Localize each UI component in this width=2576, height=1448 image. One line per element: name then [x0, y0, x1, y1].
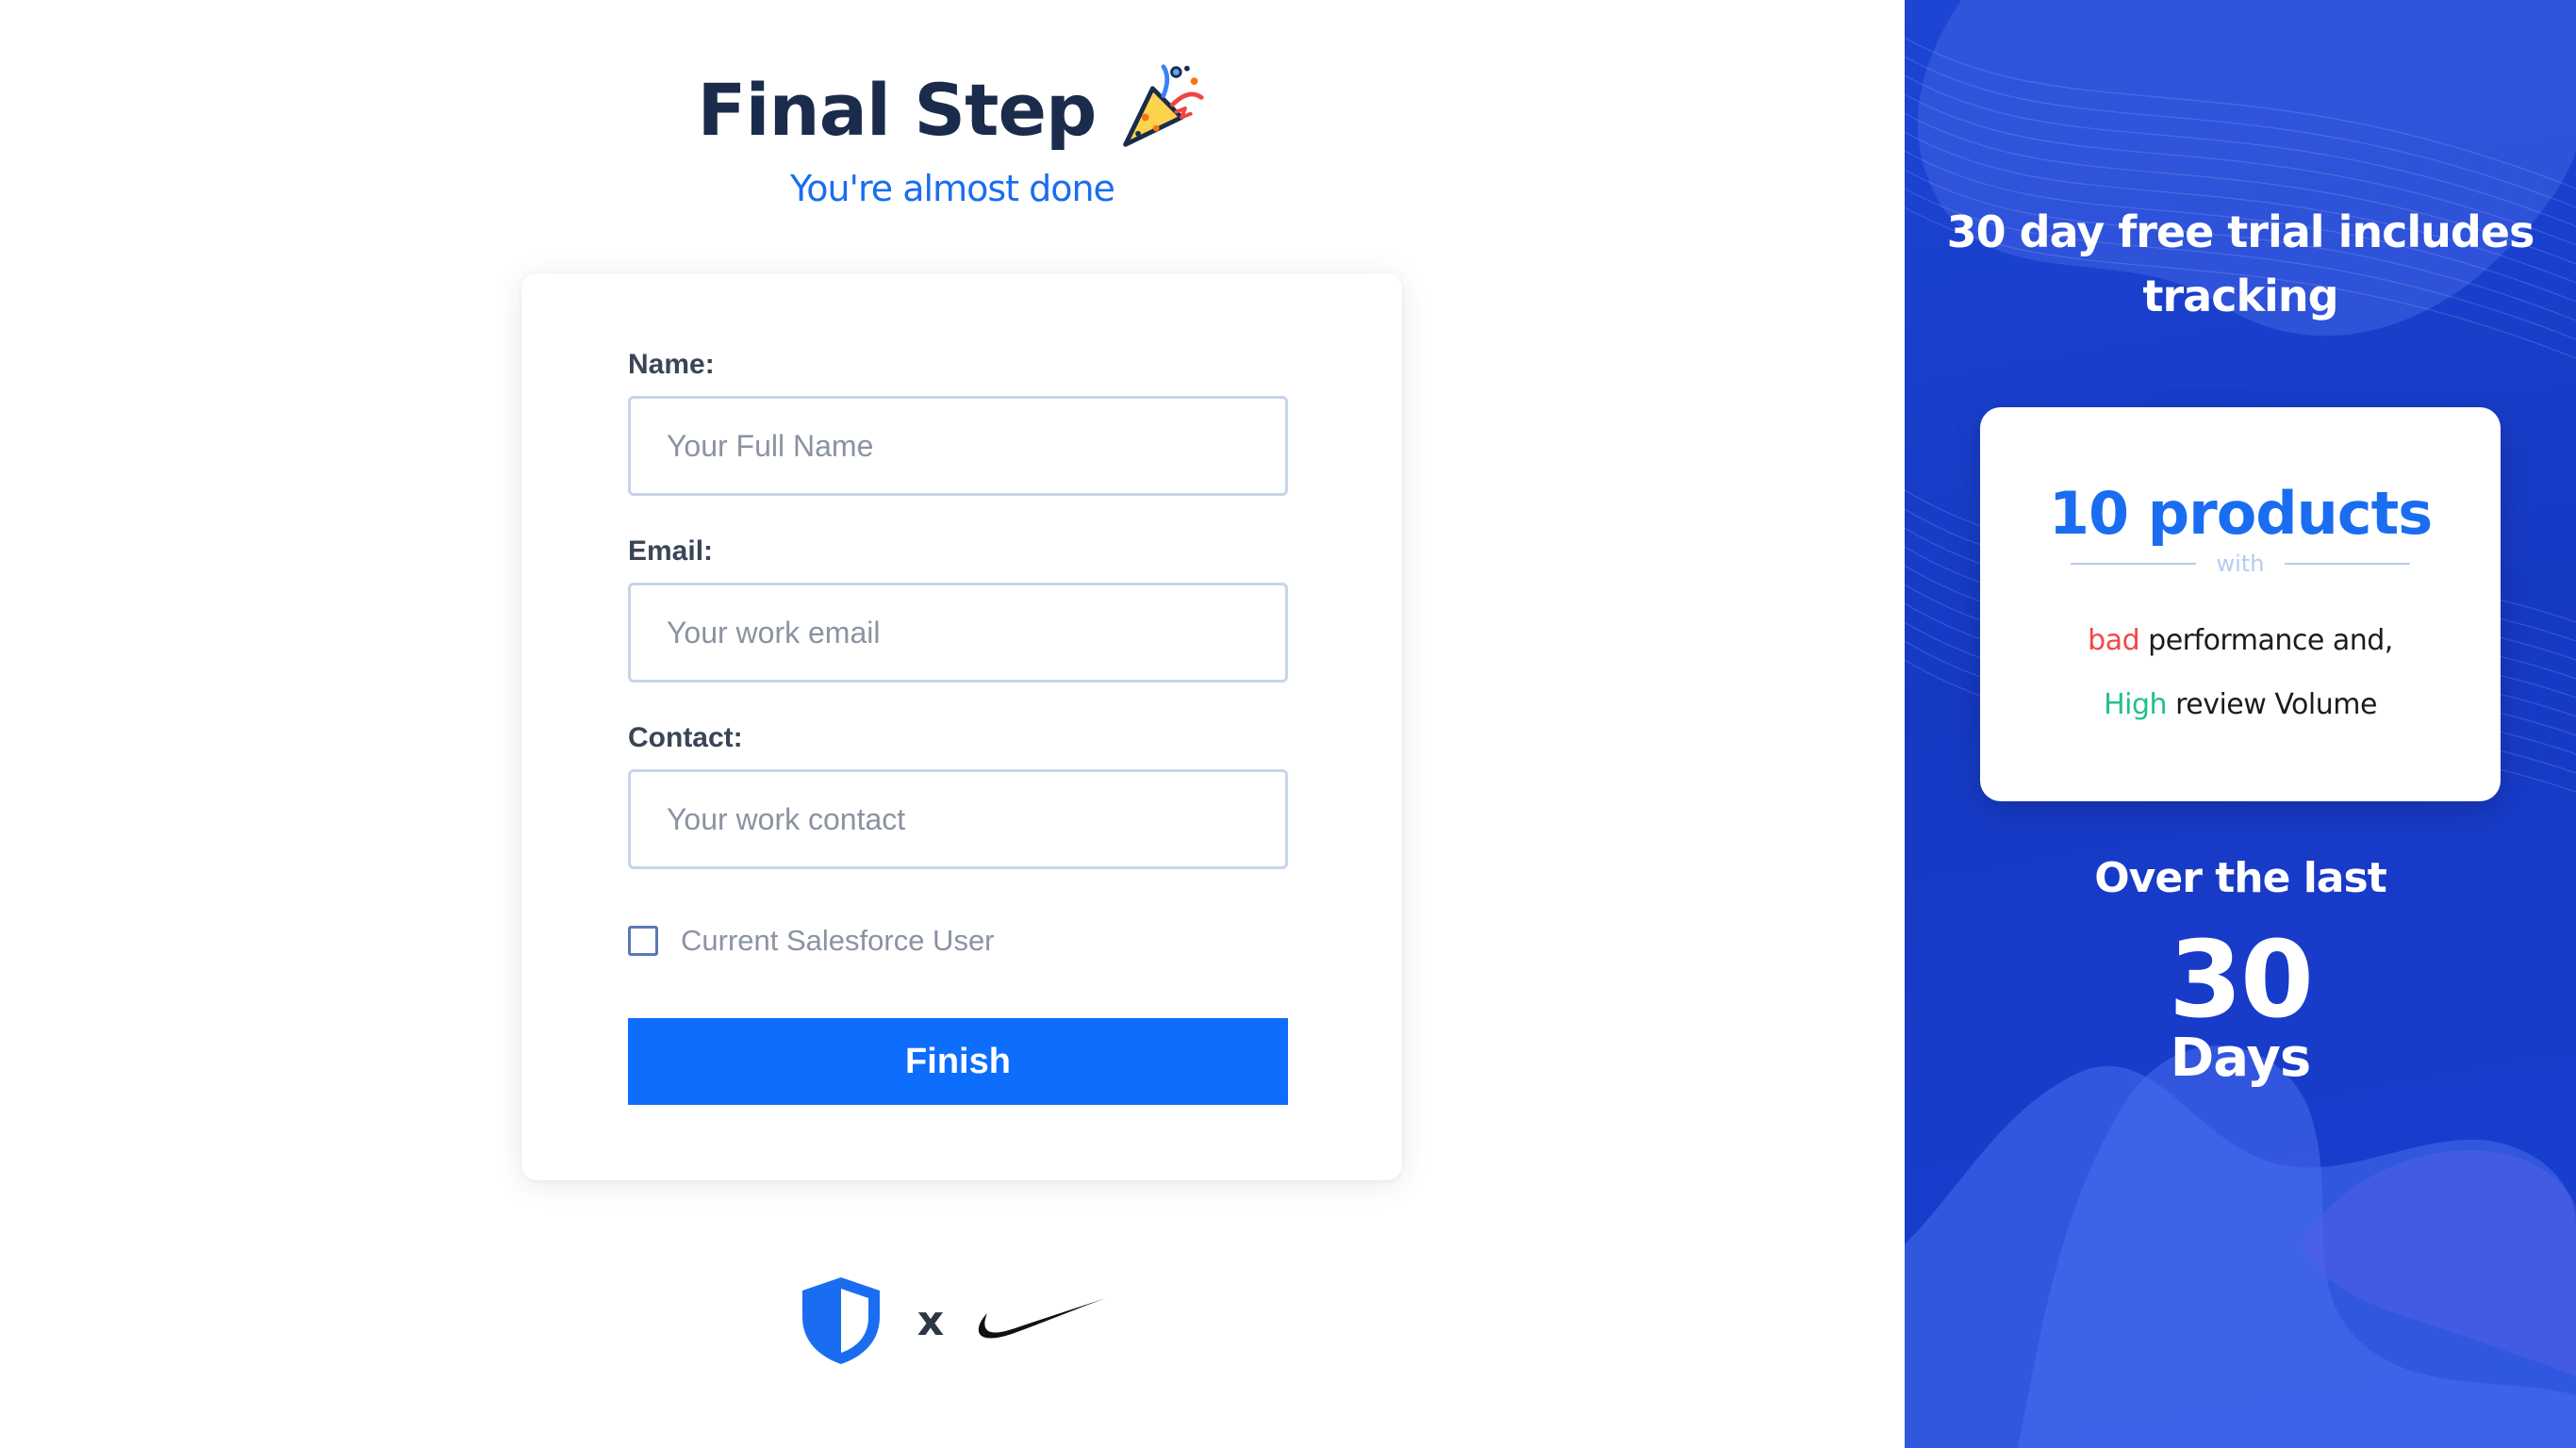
page-subtitle: You're almost done	[790, 168, 1115, 209]
divider-text: with	[2216, 551, 2265, 577]
brand-separator: x	[916, 1296, 945, 1345]
stat-card: 10 products with bad performance and, Hi…	[1980, 407, 2501, 801]
stat-heading: 10 products	[2048, 479, 2433, 548]
email-label: Email:	[628, 535, 714, 567]
trial-line-2: tracking	[2142, 271, 2338, 321]
contact-label: Contact:	[628, 722, 743, 753]
party-popper-icon	[1123, 64, 1205, 147]
divider-line-right	[2285, 563, 2411, 565]
performance-text: performance and,	[2139, 624, 2393, 657]
partner-logos: x	[0, 1269, 1905, 1373]
finish-button[interactable]: Finish	[628, 1018, 1288, 1105]
review-text: review Volume	[2167, 688, 2377, 721]
signup-panel: Final Step You're almost done Name: Emai…	[0, 0, 1905, 1448]
nike-swoosh-icon	[979, 1298, 1107, 1339]
salesforce-user-option[interactable]: Current Salesforce User	[628, 924, 995, 958]
with-divider: with	[2071, 551, 2411, 577]
title-row: Final Step	[0, 58, 1905, 162]
shield-logo-icon	[801, 1277, 880, 1364]
bad-highlight: bad	[2088, 624, 2140, 657]
stat-line-review: High review Volume	[1980, 688, 2501, 721]
email-input[interactable]	[628, 583, 1288, 683]
signup-form-card: Name: Email: Contact: Current Salesforce…	[521, 273, 1402, 1180]
period-unit: Days	[2170, 1028, 2311, 1089]
contact-input[interactable]	[628, 769, 1288, 869]
period-number: 30	[2169, 919, 2314, 1042]
salesforce-user-label: Current Salesforce User	[681, 924, 995, 957]
high-highlight: High	[2104, 688, 2168, 721]
salesforce-user-checkbox[interactable]	[628, 926, 658, 956]
promo-panel: 30 day free trial includes tracking 10 p…	[1905, 0, 2576, 1448]
name-input[interactable]	[628, 396, 1288, 496]
page-title: Final Step	[697, 68, 1098, 152]
trial-line-1: 30 day free trial includes	[1946, 206, 2535, 257]
stat-line-performance: bad performance and,	[1980, 624, 2501, 657]
name-label: Name:	[628, 349, 715, 380]
period-caption: Over the last	[2094, 854, 2386, 902]
divider-line-left	[2071, 563, 2196, 565]
trial-headline: 30 day free trial includes tracking	[1905, 200, 2576, 328]
